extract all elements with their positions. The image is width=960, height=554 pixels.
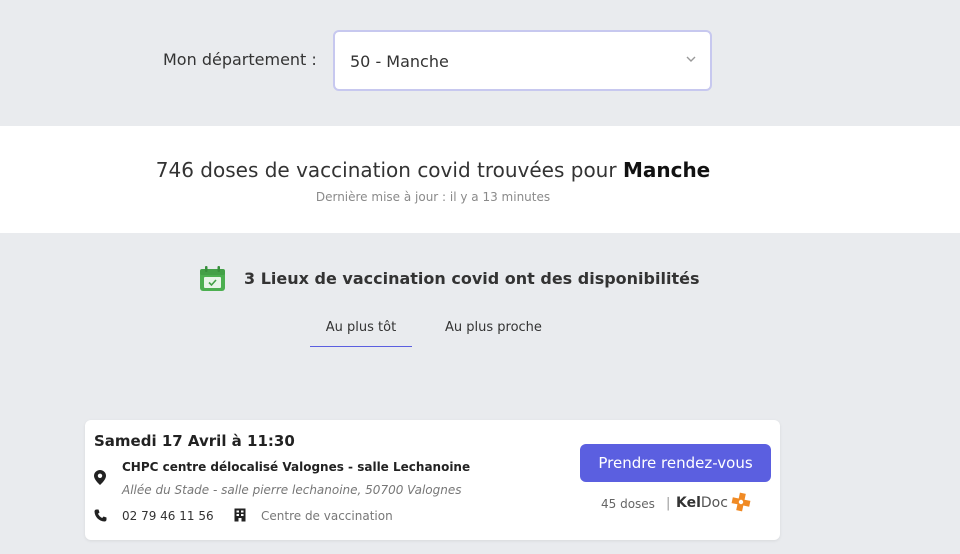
platform-name-a: Kel	[676, 495, 701, 511]
calendar-check-icon	[200, 266, 225, 291]
center-address: Allée du Stade - salle pierre lechanoine…	[122, 483, 462, 497]
phone-icon	[94, 509, 107, 522]
department-select-value: 50 - Manche	[350, 52, 449, 71]
tab-earliest[interactable]: Au plus tôt	[310, 320, 412, 347]
center-name: CHPC centre délocalisé Valognes - salle …	[122, 460, 471, 474]
results-title: 746 doses de vaccination covid trouvées …	[0, 158, 866, 182]
building-icon	[234, 508, 246, 522]
department-row: Mon département : 50 - Manche	[0, 30, 960, 92]
separator: |	[666, 496, 671, 511]
results-banner: 746 doses de vaccination covid trouvées …	[0, 126, 960, 233]
platform-name: KelDoc	[676, 495, 728, 511]
book-appointment-button[interactable]: Prendre rendez-vous	[580, 444, 771, 482]
results-title-prefix: 746 doses de vaccination covid trouvées …	[155, 158, 617, 182]
appointment-card: Samedi 17 Avril à 11:30 CHPC centre délo…	[85, 420, 780, 540]
last-update-text: Dernière mise à jour : il y a 13 minutes	[315, 190, 551, 204]
department-select[interactable]: 50 - Manche	[333, 30, 712, 91]
center-phone[interactable]: 02 79 46 11 56	[122, 509, 214, 523]
places-count-text: 3 Lieux de vaccination covid ont des dis…	[244, 269, 700, 288]
department-label: Mon département :	[163, 50, 317, 69]
doses-count: 45 doses	[601, 497, 655, 511]
location-pin-icon	[94, 470, 106, 485]
platform-name-b: Doc	[700, 495, 728, 511]
results-title-place: Manche	[622, 158, 711, 182]
appointment-date: Samedi 17 Avril à 11:30	[94, 432, 295, 450]
chevron-down-icon	[686, 56, 696, 62]
keldoc-logo-icon	[731, 492, 751, 512]
center-type: Centre de vaccination	[261, 509, 393, 523]
tab-nearest[interactable]: Au plus proche	[445, 320, 542, 347]
